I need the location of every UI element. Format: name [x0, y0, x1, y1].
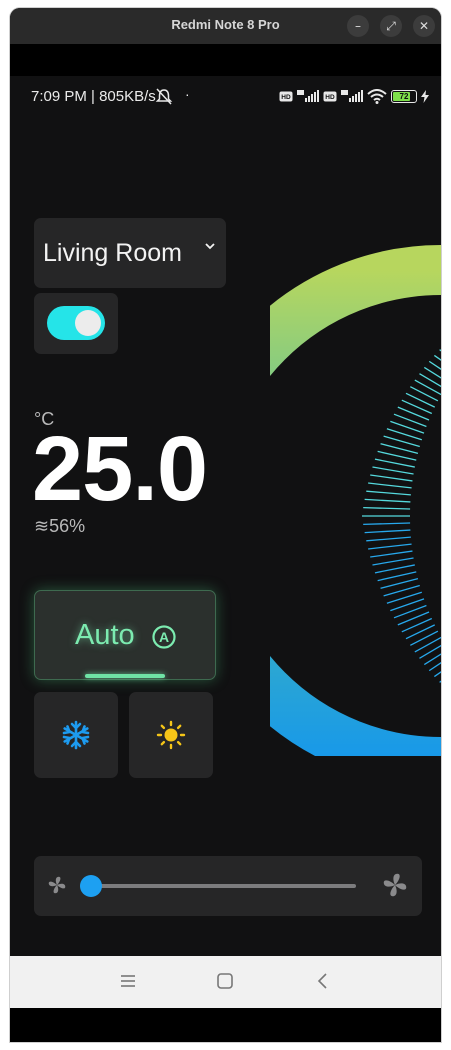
bottom-bezel	[10, 1008, 441, 1042]
mode-heat-button[interactable]	[129, 692, 213, 778]
dial-tick	[410, 386, 439, 402]
fan-low-icon	[48, 876, 66, 894]
svg-text:HD: HD	[325, 94, 335, 101]
auto-label: Auto	[75, 619, 135, 651]
svg-text:HD: HD	[281, 94, 291, 101]
charging-icon	[421, 89, 429, 103]
dial-tick	[401, 617, 433, 633]
status-icons: HD HD 72	[279, 88, 429, 104]
wifi-icon	[367, 88, 387, 104]
svg-text:A: A	[159, 629, 169, 645]
dial-tick	[372, 557, 414, 566]
dial-tick	[401, 399, 433, 415]
dial-tick	[366, 536, 411, 542]
dial-tick	[374, 564, 415, 574]
home-icon[interactable]	[215, 971, 235, 991]
temperature-dial[interactable]	[270, 196, 441, 756]
android-nav-bar	[10, 956, 441, 1008]
room-label: Living Room	[43, 239, 182, 267]
fan-speed-card	[34, 856, 422, 916]
mode-cool-button[interactable]	[34, 692, 118, 778]
dial-tick	[377, 571, 417, 582]
chevron-down-icon	[205, 243, 215, 250]
dial-tick	[370, 550, 413, 558]
back-icon[interactable]	[313, 971, 333, 991]
battery-icon: 72	[391, 89, 417, 103]
signal-icon	[297, 90, 319, 102]
power-toggle[interactable]	[47, 306, 105, 340]
humidity-value: ≋56%	[34, 516, 86, 536]
dot-icon: ·	[185, 86, 190, 102]
minimize-button[interactable]: –	[347, 15, 369, 37]
dial-tick	[363, 522, 411, 525]
maximize-button[interactable]: ⤢	[380, 15, 402, 37]
fan-speed-slider-thumb[interactable]	[80, 875, 102, 897]
dial-tick	[380, 578, 419, 589]
auto-mode-icon: A	[152, 625, 176, 649]
status-bar: 7:09 PM | 805KB/s · HD HD 72	[10, 76, 441, 116]
dial-tick	[366, 490, 411, 496]
selected-indicator	[85, 674, 165, 678]
dial-tick	[364, 498, 411, 503]
hd-icon: HD	[323, 91, 337, 101]
temperature-value: 25.0	[32, 418, 208, 520]
window-title: Redmi Note 8 Pro	[171, 17, 280, 32]
dial-tick	[372, 466, 414, 475]
window-titlebar: Redmi Note 8 Pro – ⤢ ✕	[10, 8, 441, 44]
dial-tick	[363, 507, 411, 510]
room-selector[interactable]: Living Room	[34, 218, 226, 288]
dial-tick	[364, 529, 411, 534]
dial-tick	[405, 624, 436, 640]
app-window: Redmi Note 8 Pro – ⤢ ✕ 7:09 PM | 805KB/s…	[10, 8, 441, 1042]
dial-tick	[368, 482, 412, 489]
dial-tick	[410, 630, 439, 646]
snowflake-icon	[62, 720, 90, 750]
dial-tick	[439, 680, 441, 683]
toggle-knob	[75, 310, 101, 336]
battery-level: 72	[399, 91, 409, 101]
power-toggle-card	[34, 293, 118, 354]
mode-auto-button[interactable]: Auto A	[34, 590, 216, 680]
mute-icon	[155, 88, 173, 105]
dial-tick	[368, 543, 412, 550]
phone-screen: 7:09 PM | 805KB/s · HD HD 72 Living Room…	[10, 76, 441, 956]
fan-high-icon	[383, 873, 407, 897]
dial-tick	[423, 653, 441, 666]
dial-tick	[439, 349, 441, 352]
dial-ring	[270, 245, 441, 756]
fan-speed-track[interactable]	[92, 884, 356, 888]
status-time-speed: 7:09 PM | 805KB/s	[31, 88, 156, 105]
menu-icon[interactable]	[118, 971, 138, 991]
dial-tick	[405, 392, 436, 408]
dial-tick	[414, 379, 441, 396]
close-button[interactable]: ✕	[413, 15, 435, 37]
dial-tick	[423, 366, 441, 379]
dial-tick	[414, 636, 441, 653]
dial-tick	[374, 458, 415, 468]
dial-tick	[380, 443, 419, 454]
signal-icon	[341, 90, 363, 102]
dial-outer-ticks	[362, 349, 441, 683]
hd-icon: HD	[279, 91, 293, 101]
dial-tick	[370, 474, 413, 482]
sun-icon	[156, 720, 186, 750]
dial-tick	[377, 450, 417, 461]
